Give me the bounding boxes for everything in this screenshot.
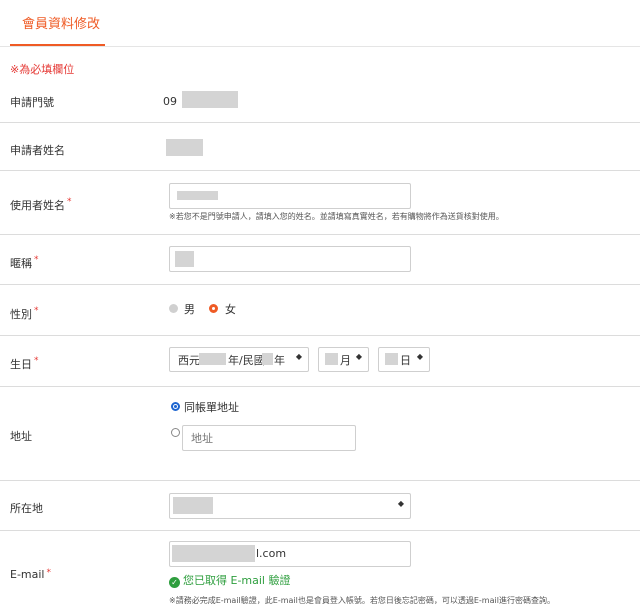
gender-female-label: 女 bbox=[225, 303, 236, 316]
email-value-suffix: l.com bbox=[256, 547, 287, 560]
birthday-label: 生日 * bbox=[10, 356, 39, 372]
row-divider bbox=[0, 480, 640, 481]
row-divider bbox=[0, 335, 640, 336]
email-redaction bbox=[172, 545, 255, 562]
birthday-day-suffix: 日 bbox=[400, 354, 411, 367]
header-divider bbox=[0, 46, 640, 47]
up-down-caret-icon: ◆ bbox=[416, 352, 423, 361]
applicant-name-label: 申請者姓名 bbox=[10, 144, 65, 157]
email-verified-status: ✓ 您已取得 E-mail 驗證 bbox=[169, 572, 290, 588]
birthday-month-redaction bbox=[325, 353, 338, 365]
email-label: E-mail * bbox=[10, 568, 51, 581]
applicant-number-label: 申請門號 bbox=[10, 96, 54, 109]
birthday-minguo-redaction bbox=[262, 353, 273, 365]
applicant-number-redaction bbox=[182, 91, 238, 108]
row-divider bbox=[0, 122, 640, 123]
address-input[interactable] bbox=[182, 425, 356, 451]
nickname-redaction bbox=[175, 251, 194, 267]
birthday-year-mid: 年/民國 bbox=[228, 354, 265, 367]
nickname-label: 暱稱 * bbox=[10, 255, 39, 271]
row-divider bbox=[0, 386, 640, 387]
gender-male-radio[interactable] bbox=[169, 304, 178, 313]
nickname-input[interactable] bbox=[169, 246, 411, 272]
birthday-day-redaction bbox=[385, 353, 398, 365]
email-label-text: E-mail bbox=[10, 568, 45, 581]
birthday-year-suffix: 年 bbox=[274, 354, 285, 367]
up-down-caret-icon: ◆ bbox=[295, 352, 302, 361]
required-mark: * bbox=[46, 568, 52, 578]
gender-label-text: 性別 bbox=[10, 308, 32, 321]
user-name-label-text: 使用者姓名 bbox=[10, 199, 65, 212]
required-mark: * bbox=[34, 306, 39, 316]
row-divider bbox=[0, 284, 640, 285]
row-divider bbox=[0, 530, 640, 531]
up-down-caret-icon: ◆ bbox=[397, 499, 404, 508]
user-name-hint: ※若您不是門號申請人，請填入您的姓名。並請填寫真實姓名，若有購物將作為送貨核對使… bbox=[169, 212, 504, 221]
birthday-year-redaction bbox=[199, 353, 226, 365]
check-circle-icon: ✓ bbox=[169, 577, 180, 588]
birthday-label-text: 生日 bbox=[10, 358, 32, 371]
row-divider bbox=[0, 170, 640, 171]
email-hint: ※請務必完成E-mail驗證，此E-mail也是會員登入帳號。若您日後忘記密碼，… bbox=[169, 596, 555, 605]
required-fields-note: ※為必填欄位 bbox=[10, 63, 75, 76]
required-mark: * bbox=[34, 356, 39, 366]
row-divider bbox=[0, 234, 640, 235]
birthday-year-select[interactable]: 西元 年/民國 年 ◆ bbox=[169, 347, 309, 372]
required-mark: * bbox=[67, 197, 72, 207]
birthday-month-suffix: 月 bbox=[340, 354, 351, 367]
email-verified-text: 您已取得 E-mail 驗證 bbox=[183, 574, 291, 587]
address-custom-radio[interactable] bbox=[171, 428, 180, 437]
user-name-label: 使用者姓名 * bbox=[10, 197, 72, 213]
required-mark: * bbox=[34, 255, 39, 265]
address-same-as-billing-label: 同帳單地址 bbox=[184, 401, 239, 414]
gender-male-label: 男 bbox=[184, 303, 195, 316]
location-label: 所在地 bbox=[10, 502, 43, 515]
applicant-number-value: 09 bbox=[163, 95, 177, 108]
nickname-label-text: 暱稱 bbox=[10, 257, 32, 270]
birthday-year-prefix: 西元 bbox=[178, 354, 200, 367]
location-redaction bbox=[173, 497, 213, 514]
up-down-caret-icon: ◆ bbox=[355, 352, 362, 361]
gender-female-radio[interactable] bbox=[209, 304, 218, 313]
gender-label: 性別 * bbox=[10, 306, 39, 322]
user-name-redaction bbox=[177, 191, 218, 200]
applicant-name-redaction bbox=[166, 139, 203, 156]
address-label: 地址 bbox=[10, 430, 32, 443]
address-same-as-billing-radio[interactable] bbox=[171, 402, 180, 411]
tab-member-profile-edit[interactable]: 會員資料修改 bbox=[22, 13, 100, 32]
page-header: 會員資料修改 bbox=[0, 0, 640, 46]
